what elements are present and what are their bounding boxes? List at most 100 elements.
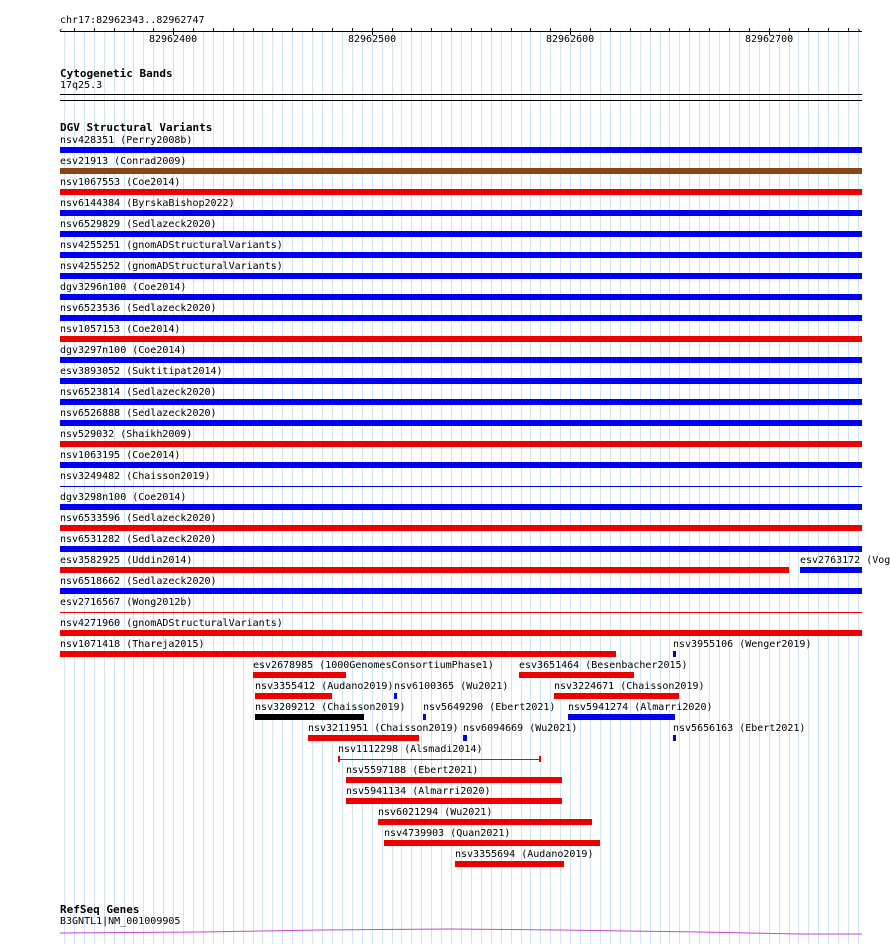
refseq-gene-model[interactable]: [0, 926, 890, 944]
sv-feature-label[interactable]: nsv1057153 (Coe2014): [60, 324, 180, 336]
sv-feature-bar[interactable]: [60, 231, 862, 237]
sv-feature-label[interactable]: nsv4255252 (gnomADStructuralVariants): [60, 261, 283, 273]
sv-feature-label[interactable]: nsv1071418 (Thareja2015): [60, 639, 205, 651]
sv-feature-label[interactable]: nsv6100365 (Wu2021): [394, 681, 508, 693]
sv-feature-label[interactable]: esv3582925 (Uddin2014): [60, 555, 192, 567]
sv-feature-label[interactable]: dgv3298n100 (Coe2014): [60, 492, 186, 504]
sv-feature-bar[interactable]: [60, 462, 862, 468]
sv-feature-label[interactable]: nsv5649290 (Ebert2021): [423, 702, 555, 714]
sv-feature-bar[interactable]: [60, 357, 862, 363]
sv-feature-label[interactable]: nsv6529829 (Sedlazeck2020): [60, 219, 217, 231]
sv-feature-bar[interactable]: [60, 525, 862, 531]
sv-feature-bar[interactable]: [60, 252, 862, 258]
gene-intron-line[interactable]: [59, 928, 862, 935]
sv-feature-bar[interactable]: [60, 567, 789, 573]
sv-feature-label[interactable]: esv3651464 (Besenbacher2015): [519, 660, 688, 672]
sv-feature-bar[interactable]: [346, 777, 562, 783]
ruler-minor-tick: [789, 28, 790, 32]
sv-feature-label[interactable]: nsv6531282 (Sedlazeck2020): [60, 534, 217, 546]
refseq-track-title[interactable]: RefSeq Genes: [60, 904, 139, 916]
sv-feature-label[interactable]: nsv6523536 (Sedlazeck2020): [60, 303, 217, 315]
sv-feature-bar[interactable]: [554, 693, 679, 699]
sv-feature-bar[interactable]: [60, 420, 862, 426]
sv-feature-label[interactable]: nsv4739903 (Quan2021): [384, 828, 510, 840]
sv-feature-label[interactable]: dgv3296n100 (Coe2014): [60, 282, 186, 294]
sv-feature-bar[interactable]: [378, 819, 592, 825]
sv-feature-label[interactable]: nsv3209212 (Chaisson2019): [255, 702, 406, 714]
sv-feature-label[interactable]: nsv5941134 (Almarri2020): [346, 786, 491, 798]
ruler-minor-tick: [332, 28, 333, 32]
sv-feature-bar[interactable]: [384, 840, 600, 846]
sv-feature-label[interactable]: nsv3211951 (Chaisson2019): [308, 723, 459, 735]
sv-feature-bar[interactable]: [673, 651, 676, 657]
sv-feature-label[interactable]: nsv3355694 (Audano2019): [455, 849, 593, 861]
sv-feature-bar[interactable]: [346, 798, 562, 804]
cytoband-track-title[interactable]: Cytogenetic Bands: [60, 68, 173, 80]
ruler-minor-tick: [808, 28, 809, 32]
sv-feature-label[interactable]: nsv4255251 (gnomADStructuralVariants): [60, 240, 283, 252]
sv-feature-bar[interactable]: [60, 378, 862, 384]
sv-feature-bar[interactable]: [60, 336, 862, 342]
sv-feature-bar[interactable]: [60, 210, 862, 216]
sv-feature-label[interactable]: esv2763172 (Vogler2010): [800, 555, 890, 567]
sv-feature-label[interactable]: dgv3297n100 (Coe2014): [60, 345, 186, 357]
sv-feature-bar[interactable]: [60, 441, 862, 447]
sv-feature-bar[interactable]: [519, 672, 634, 678]
sv-feature-label[interactable]: nsv1063195 (Coe2014): [60, 450, 180, 462]
ruler-left-arrow-icon[interactable]: ‹: [58, 25, 63, 37]
sv-feature-bar[interactable]: [60, 168, 862, 174]
sv-feature-bar[interactable]: [455, 861, 564, 867]
sv-feature-bar[interactable]: [60, 588, 862, 594]
sv-feature-label[interactable]: esv21913 (Conrad2009): [60, 156, 186, 168]
sv-feature-bar[interactable]: [255, 693, 332, 699]
sv-feature-label[interactable]: nsv6518662 (Sedlazeck2020): [60, 576, 217, 588]
sv-feature-bar[interactable]: [463, 735, 467, 741]
sv-feature-label[interactable]: nsv3955106 (Wenger2019): [673, 639, 811, 651]
ruler-right-arrow-icon[interactable]: ›: [856, 25, 861, 37]
sv-feature-label[interactable]: nsv5597188 (Ebert2021): [346, 765, 478, 777]
ruler-minor-tick: [590, 28, 591, 32]
sv-feature-label[interactable]: nsv5941274 (Almarri2020): [568, 702, 713, 714]
sv-feature-label[interactable]: nsv529032 (Shaikh2009): [60, 429, 192, 441]
sv-feature-label[interactable]: nsv4271960 (gnomADStructuralVariants): [60, 618, 283, 630]
sv-feature-label[interactable]: nsv1112298 (Alsmadi2014): [338, 744, 483, 756]
sv-feature-label[interactable]: esv2716567 (Wong2012b): [60, 597, 192, 609]
sv-feature-bar[interactable]: [800, 567, 862, 573]
sv-feature-label[interactable]: nsv3355412 (Audano2019): [255, 681, 393, 693]
sv-feature-bar[interactable]: [60, 273, 862, 279]
cytoband-label[interactable]: 17q25.3: [60, 80, 102, 92]
sv-feature-label[interactable]: esv2678985 (1000GenomesConsortiumPhase1): [253, 660, 494, 672]
sv-feature-bar[interactable]: [60, 486, 862, 487]
sv-feature-bar[interactable]: [255, 714, 364, 720]
sv-feature-bar[interactable]: [60, 630, 862, 636]
sv-feature-bar[interactable]: [60, 651, 616, 657]
sv-feature-label[interactable]: nsv1067553 (Coe2014): [60, 177, 180, 189]
sv-feature-bar[interactable]: [60, 189, 862, 195]
sv-feature-bar[interactable]: [338, 759, 540, 760]
sv-feature-label[interactable]: nsv3224671 (Chaisson2019): [554, 681, 705, 693]
sv-feature-bar[interactable]: [568, 714, 675, 720]
sv-feature-label[interactable]: nsv5656163 (Ebert2021): [673, 723, 805, 735]
sv-feature-bar[interactable]: [60, 612, 862, 613]
sv-feature-bar[interactable]: [60, 504, 862, 510]
sv-feature-label[interactable]: nsv6523814 (Sedlazeck2020): [60, 387, 217, 399]
sv-feature-label[interactable]: nsv6144384 (ByrskaBishop2022): [60, 198, 235, 210]
sv-feature-bar[interactable]: [60, 294, 862, 300]
sv-feature-label[interactable]: nsv6533596 (Sedlazeck2020): [60, 513, 217, 525]
sv-feature-bar[interactable]: [60, 147, 862, 153]
sv-feature-label[interactable]: nsv6526888 (Sedlazeck2020): [60, 408, 217, 420]
sv-feature-label[interactable]: nsv3249482 (Chaisson2019): [60, 471, 211, 483]
sv-feature-bar[interactable]: [253, 672, 346, 678]
sv-feature-bar[interactable]: [60, 315, 862, 321]
sv-feature-bar[interactable]: [60, 546, 862, 552]
sv-feature-label[interactable]: nsv428351 (Perry2008b): [60, 135, 192, 147]
sv-feature-label[interactable]: esv3893052 (Suktitipat2014): [60, 366, 223, 378]
dgv-track-title[interactable]: DGV Structural Variants: [60, 122, 212, 134]
sv-feature-bar[interactable]: [673, 735, 676, 741]
sv-feature-label[interactable]: nsv6094669 (Wu2021): [463, 723, 577, 735]
sv-feature-bar[interactable]: [394, 693, 397, 699]
sv-feature-bar[interactable]: [308, 735, 419, 741]
sv-feature-bar[interactable]: [423, 714, 426, 720]
sv-feature-label[interactable]: nsv6021294 (Wu2021): [378, 807, 492, 819]
sv-feature-bar[interactable]: [60, 399, 862, 405]
